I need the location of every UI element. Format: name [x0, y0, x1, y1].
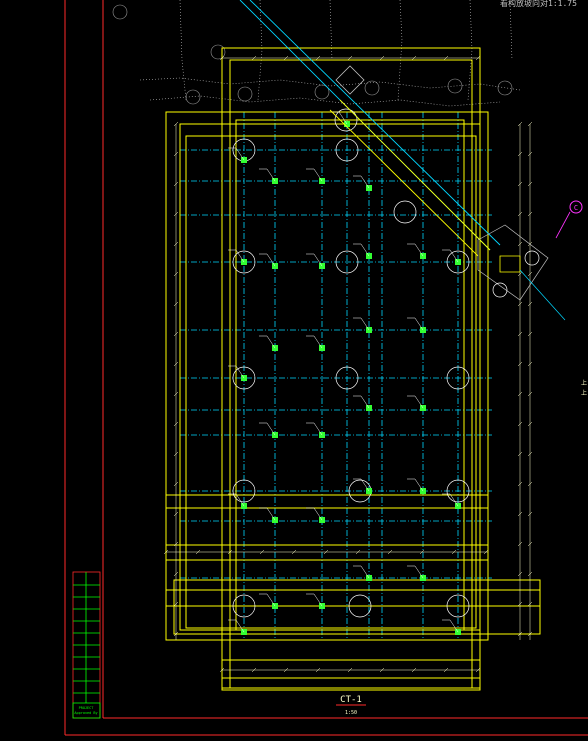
survey-point — [447, 78, 463, 94]
diagonal-axis — [519, 269, 566, 321]
rebar-leader — [414, 478, 424, 492]
rebar-leader — [360, 478, 370, 492]
survey-point — [237, 86, 253, 102]
rebar-leader — [266, 507, 276, 521]
slab-outline — [179, 123, 481, 631]
top-right-note: 看构放坡向对1:1.75 — [500, 0, 577, 8]
diagonal-cap — [499, 255, 521, 273]
survey-line — [329, 0, 333, 61]
rebar-tags — [228, 111, 461, 635]
rebar-leader — [360, 175, 370, 189]
rebar-leader — [313, 335, 323, 349]
rebar-leader — [266, 335, 276, 349]
titleblock-label-2: Approved By — [74, 711, 97, 715]
detail-title: CT-1 — [340, 695, 362, 705]
survey-line — [179, 0, 187, 101]
rebar-leader — [266, 168, 276, 182]
survey-point — [185, 89, 201, 105]
rebar-leader — [360, 395, 370, 409]
rebar-leader — [313, 422, 323, 436]
rebar-leader — [313, 507, 323, 521]
rebar-leader — [313, 253, 323, 267]
grid-bubble: C — [555, 200, 583, 239]
survey-point — [364, 80, 380, 96]
rebar-leader — [266, 593, 276, 607]
diagonal-pile — [492, 282, 508, 298]
rebar-leader — [266, 253, 276, 267]
cad-drawing-canvas[interactable]: C 看构放坡向对1:1.75 上 上 CT-1 1:50 PROJECT App… — [0, 0, 588, 741]
rebar-leader — [313, 593, 323, 607]
slab-outline — [173, 579, 541, 635]
diagonal-line — [339, 99, 491, 251]
survey-lines — [112, 0, 521, 107]
rebar-leader — [360, 317, 370, 331]
rebar-leader — [360, 243, 370, 257]
diagonal-pile — [524, 250, 540, 266]
grid-bubble-label: C — [574, 204, 578, 212]
rebar-leader — [266, 422, 276, 436]
slab-outline — [165, 111, 489, 641]
side-marker-bottom: 上 — [581, 389, 587, 397]
survey-line — [257, 0, 263, 101]
rebar-leader — [414, 317, 424, 331]
rebar-leader — [414, 243, 424, 257]
pile-circle — [393, 200, 417, 224]
survey-line — [149, 95, 501, 107]
sheet-frame — [64, 0, 588, 736]
rebar-leader — [360, 565, 370, 579]
survey-line — [509, 0, 513, 61]
detail-scale: 1:50 — [345, 710, 357, 716]
diagonal-block — [335, 65, 365, 95]
rebar-leader — [414, 395, 424, 409]
survey-line — [139, 77, 521, 91]
pile-circles — [232, 108, 470, 618]
survey-point — [112, 4, 128, 20]
side-marker-top: 上 — [581, 379, 587, 387]
title-block: PROJECT Approved By — [72, 571, 101, 719]
diagonal-line — [329, 109, 479, 257]
diagonal-line — [249, 0, 501, 246]
slab-outline — [221, 47, 481, 691]
rebar-leader — [313, 168, 323, 182]
titleblock-label-1: PROJECT — [79, 706, 95, 710]
slab-outline — [235, 119, 465, 631]
rebar-leader — [414, 565, 424, 579]
survey-line — [397, 0, 403, 101]
